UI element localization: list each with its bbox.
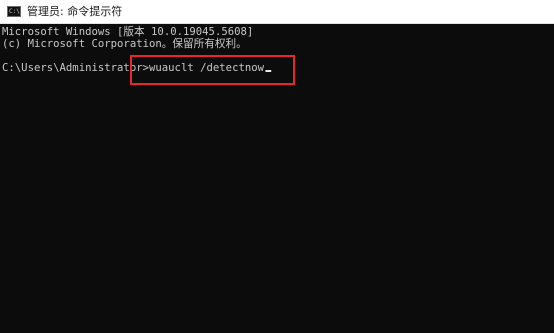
- title-bar[interactable]: C:\ 管理员: 命令提示符: [0, 0, 554, 24]
- prompt-path: C:\Users\Administrator>: [2, 61, 149, 74]
- console-output[interactable]: Microsoft Windows [版本 10.0.19045.5608] (…: [0, 24, 554, 333]
- copyright-line: (c) Microsoft Corporation。保留所有权利。: [2, 37, 247, 50]
- command-prompt-icon: C:\: [7, 6, 21, 17]
- command-prompt-window: C:\ 管理员: 命令提示符 Microsoft Windows [版本 10.…: [0, 0, 554, 333]
- command-highlight-box: [130, 55, 295, 85]
- window-title: 管理员: 命令提示符: [27, 5, 123, 18]
